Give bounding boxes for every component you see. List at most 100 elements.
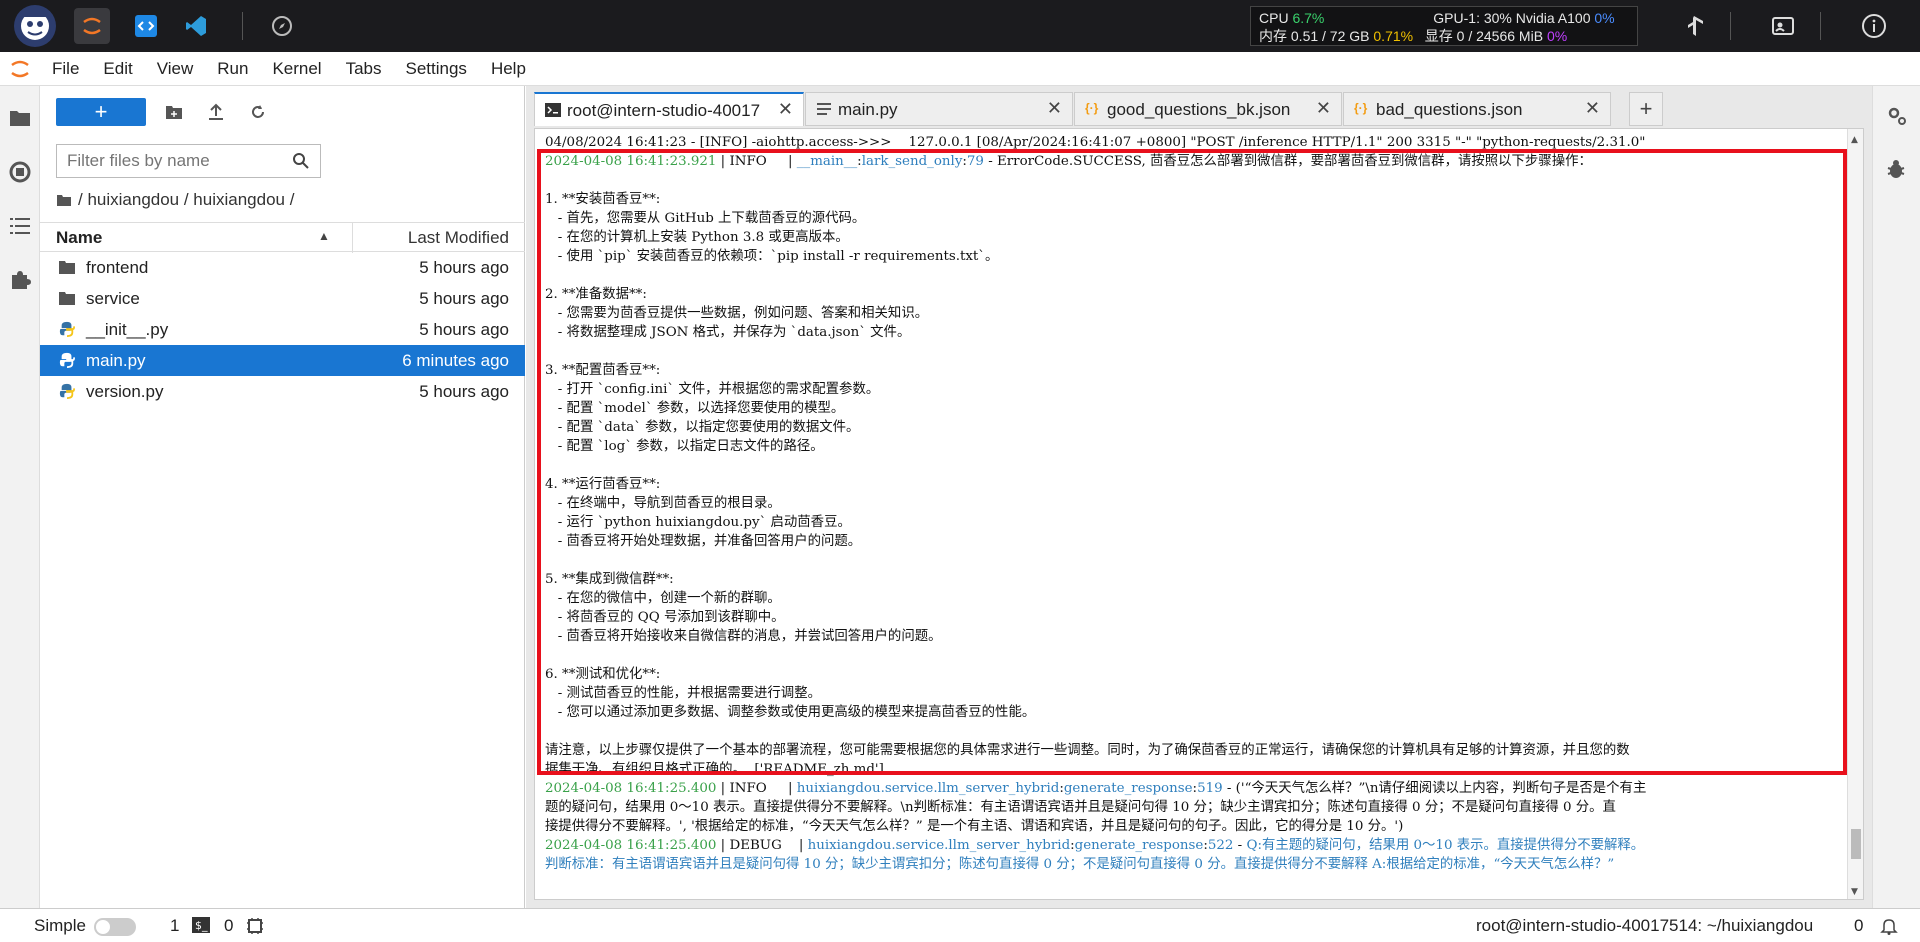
- menu-settings[interactable]: Settings: [394, 59, 479, 79]
- menu-help[interactable]: Help: [479, 59, 538, 79]
- file-row[interactable]: frontend 5 hours ago: [40, 252, 525, 283]
- terminal-line: - 测试茴香豆的性能，并根据需要进行调整。: [545, 686, 821, 701]
- log-message: Q:有主题的疑问句，结果用 0～10 表示。直接提供得分不要解释。: [1246, 838, 1645, 853]
- terminal-icon: [545, 102, 561, 118]
- column-name-header[interactable]: Name: [56, 228, 102, 248]
- tab-terminal[interactable]: root@intern-studio-40017 ✕: [534, 92, 804, 126]
- terminal-line: - 您可以通过添加更多数据、调整参数或使用更高级的模型来提高茴香豆的性能。: [545, 705, 1036, 720]
- file-name: __init__.py: [86, 320, 169, 339]
- terminal-line: - 您需要为茴香豆提供一些数据，例如问题、答案和相关知识。: [545, 306, 929, 321]
- log-function: generate_response: [1074, 838, 1204, 853]
- extensions-puzzle-icon[interactable]: [6, 266, 34, 294]
- tensorflow-icon[interactable]: [1676, 8, 1712, 44]
- running-sessions-icon[interactable]: [6, 158, 34, 186]
- breadcrumb-path[interactable]: / huixiangdou / huixiangdou /: [78, 190, 294, 210]
- scroll-down-icon[interactable]: ▼: [1851, 883, 1858, 899]
- file-row[interactable]: version.py 5 hours ago: [40, 376, 525, 407]
- menu-file[interactable]: File: [40, 59, 91, 79]
- terminal-line: - 在终端中，导航到茴香豆的根目录。: [545, 496, 781, 511]
- simple-mode-toggle[interactable]: [94, 918, 136, 936]
- folder-icon[interactable]: [6, 104, 34, 132]
- menu-view[interactable]: View: [145, 59, 206, 79]
- jupyter-icon[interactable]: [74, 8, 110, 44]
- compass-icon[interactable]: [264, 8, 300, 44]
- terminal-scrollbar[interactable]: ▲ ▼: [1847, 129, 1863, 899]
- log-lineno: 522: [1207, 838, 1234, 853]
- debugger-bug-icon[interactable]: [1885, 158, 1909, 182]
- toolbar-divider: [1730, 12, 1731, 40]
- python-file-icon: [59, 383, 75, 399]
- terminal-line: - 将数据整理成 JSON 格式，并保存为 `data.json` 文件。: [545, 325, 911, 340]
- python-file-icon: [59, 321, 75, 337]
- scroll-up-icon[interactable]: ▲: [1851, 131, 1858, 150]
- kernels-count[interactable]: 0: [224, 916, 233, 936]
- terminal-line: 5. **集成到微信群**:: [545, 572, 674, 587]
- menu-edit[interactable]: Edit: [91, 59, 144, 79]
- upload-icon[interactable]: [204, 100, 228, 124]
- log-timestamp: 2024-04-08 16:41:23.921: [545, 154, 717, 169]
- resource-monitor: CPU 6.7% GPU-1: 30% Nvidia A100 0% 内存 0.…: [1250, 6, 1638, 46]
- tab-good-questions[interactable]: {·} good_questions_bk.json ✕: [1074, 92, 1342, 126]
- table-of-contents-icon[interactable]: [6, 212, 34, 240]
- property-inspector-gear-icon[interactable]: [1885, 104, 1909, 128]
- vscode-icon[interactable]: [178, 8, 214, 44]
- folder-icon: [59, 292, 75, 305]
- info-icon[interactable]: [1856, 8, 1892, 44]
- close-tab-icon[interactable]: ✕: [1585, 98, 1600, 119]
- home-folder-icon[interactable]: [56, 193, 72, 207]
- file-row[interactable]: __init__.py 5 hours ago: [40, 314, 525, 345]
- vram-label: 显存 0 / 24566 MiB: [1424, 28, 1544, 44]
- account-card-icon[interactable]: [1765, 8, 1801, 44]
- column-divider[interactable]: [352, 223, 353, 253]
- close-tab-icon[interactable]: ✕: [1047, 98, 1062, 119]
- notification-bell-icon[interactable]: [1880, 917, 1898, 940]
- breadcrumb[interactable]: / huixiangdou / huixiangdou /: [56, 190, 294, 210]
- refresh-icon[interactable]: [246, 100, 270, 124]
- terminal-line: - 打开 `config.ini` 文件，并根据您的需求配置参数。: [545, 382, 880, 397]
- menu-bar: File Edit View Run Kernel Tabs Settings …: [0, 52, 1920, 86]
- new-folder-icon[interactable]: [162, 100, 186, 124]
- menu-tabs[interactable]: Tabs: [334, 59, 394, 79]
- terminal-output[interactable]: 04/08/2024 16:41:23 - [INFO] -aiohttp.ac…: [534, 128, 1864, 900]
- file-modified: 5 hours ago: [419, 320, 509, 339]
- code-editor-icon[interactable]: [128, 8, 164, 44]
- terminal-line: - 将茴香豆的 QQ 号添加到该群聊中。: [545, 610, 785, 625]
- search-icon: [292, 152, 312, 172]
- tab-label: good_questions_bk.json: [1107, 100, 1291, 119]
- close-tab-icon[interactable]: ✕: [1316, 98, 1331, 119]
- log-module: huixiangdou.service.llm_server_hybrid: [796, 781, 1060, 796]
- vram-value: 0%: [1546, 28, 1568, 44]
- log-lineno: 519: [1197, 781, 1223, 796]
- terminal-line: - 配置 `model` 参数，以选择您要使用的模型。: [545, 401, 845, 416]
- file-row[interactable]: service 5 hours ago: [40, 283, 525, 314]
- menu-run[interactable]: Run: [205, 59, 260, 79]
- terminal-line: 请注意，以上步骤仅提供了一个基本的部署流程，您可能需要根据您的具体需求进行一些调…: [545, 743, 1630, 758]
- new-launcher-button[interactable]: +: [56, 98, 146, 126]
- file-list-header: Name ▲ Last Modified: [40, 222, 525, 253]
- tab-main-py[interactable]: main.py ✕: [805, 92, 1073, 126]
- mascot-logo-icon[interactable]: [14, 5, 56, 47]
- column-modified-header[interactable]: Last Modified: [408, 228, 509, 248]
- tab-label: bad_questions.json: [1376, 100, 1523, 119]
- log-timestamp: 2024-04-08 16:41:25.400: [545, 838, 717, 853]
- terminals-count[interactable]: 1: [170, 916, 179, 936]
- file-filter-input[interactable]: [56, 144, 321, 178]
- close-tab-icon[interactable]: ✕: [778, 99, 793, 120]
- terminal-path: root@intern-studio-40017514: ~/huixiangd…: [1476, 916, 1814, 935]
- add-tab-button[interactable]: +: [1629, 92, 1663, 126]
- kernel-status-icon[interactable]: [246, 917, 264, 940]
- file-row-selected[interactable]: main.py 6 minutes ago: [40, 345, 525, 376]
- terminal-line: - 配置 `log` 参数，以指定日志文件的路径。: [545, 439, 824, 454]
- notifications-count[interactable]: 0: [1854, 916, 1863, 936]
- terminal-status-icon[interactable]: $_: [192, 917, 210, 938]
- menu-kernel[interactable]: Kernel: [260, 59, 333, 79]
- file-modified: 6 minutes ago: [402, 351, 509, 370]
- tab-bad-questions[interactable]: {·} bad_questions.json ✕: [1343, 92, 1611, 126]
- scrollbar-thumb[interactable]: [1851, 829, 1861, 859]
- gpu-value: 0%: [1594, 10, 1615, 26]
- terminal-line: - 在您的计算机上安装 Python 3.8 或更高版本。: [545, 230, 849, 245]
- json-icon: {·}: [1085, 101, 1099, 115]
- toolbar-divider: [242, 12, 243, 40]
